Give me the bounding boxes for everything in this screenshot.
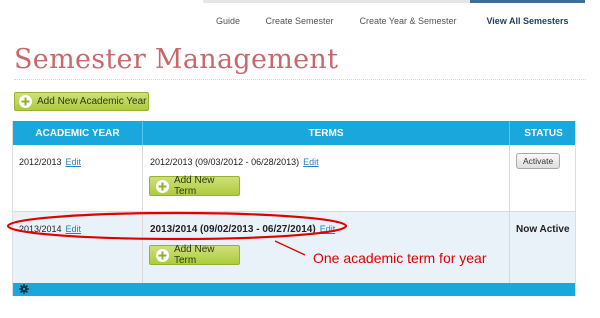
status-cell: Activate — [510, 145, 577, 211]
year-cell: 2013/2014 Edit — [13, 212, 143, 283]
edit-term-link[interactable]: Edit — [303, 157, 319, 167]
term-label: 2013/2014 (09/02/2013 - 06/27/2014) — [150, 224, 316, 235]
top-tabs: Guide Create Semester Create Year & Seme… — [203, 0, 585, 32]
add-term-label: Add New Term — [173, 244, 215, 266]
annotation-text: One academic term for year — [313, 250, 487, 266]
year-label: 2013/2014 — [19, 224, 62, 234]
table-footer — [13, 283, 575, 296]
year-cell: 2012/2013 Edit — [13, 145, 143, 211]
add-academic-year-label: Add New Academic Year — [37, 96, 147, 107]
edit-term-link[interactable]: Edit — [320, 224, 336, 234]
header-academic-year: ACADEMIC YEAR — [13, 121, 143, 145]
add-academic-year-button[interactable]: Add New Academic Year — [14, 92, 149, 111]
edit-year-link[interactable]: Edit — [66, 224, 82, 234]
gear-icon[interactable] — [19, 284, 29, 294]
add-term-button[interactable]: Add New Term — [149, 244, 240, 266]
tab-create-year-semester[interactable]: Create Year & Semester — [346, 0, 470, 32]
tab-view-all-semesters[interactable]: View All Semesters — [470, 0, 585, 32]
status-now-active: Now Active — [516, 224, 570, 235]
plus-circle-icon — [156, 248, 169, 262]
table-row: 2013/2014 Edit 2013/2014 (09/02/2013 - 06… — [13, 212, 575, 283]
table-header: ACADEMIC YEAR TERMS STATUS — [13, 121, 575, 145]
edit-year-link[interactable]: Edit — [66, 157, 82, 167]
table-row: 2012/2013 Edit 2012/2013 (09/03/2012 - 06… — [13, 145, 575, 212]
add-term-button[interactable]: Add New Term — [149, 175, 240, 197]
year-label: 2012/2013 — [19, 157, 62, 167]
status-cell: Now Active — [510, 212, 577, 283]
header-status: STATUS — [524, 127, 563, 139]
plus-circle-icon — [19, 95, 32, 108]
term-label: 2012/2013 (09/03/2012 - 06/28/2013) — [150, 157, 300, 167]
activate-button[interactable]: Activate — [516, 153, 561, 169]
tab-guide[interactable]: Guide — [203, 0, 253, 32]
header-terms: TERMS — [143, 121, 510, 145]
page-title: Semester Management — [14, 44, 339, 75]
title-divider — [14, 79, 586, 80]
plus-circle-icon — [156, 179, 169, 193]
add-term-label: Add New Term — [173, 175, 215, 197]
tab-create-semester[interactable]: Create Semester — [253, 0, 346, 32]
semester-table: ACADEMIC YEAR TERMS STATUS 2012/2013 Edit… — [12, 121, 576, 296]
